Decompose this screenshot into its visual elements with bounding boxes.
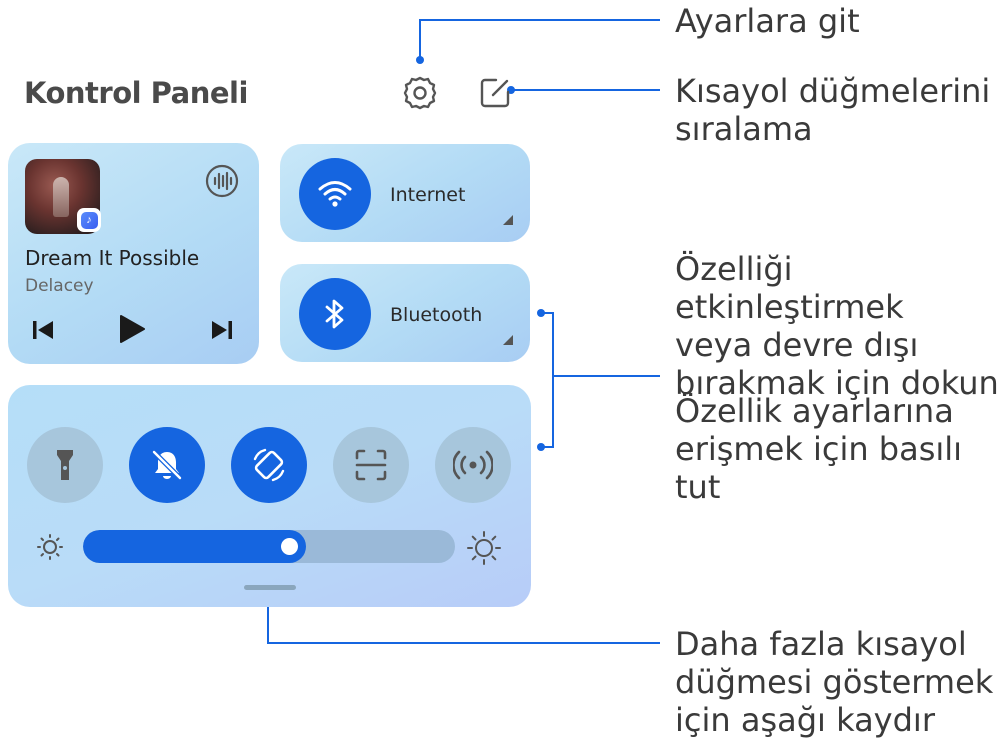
auto-rotate-icon[interactable] bbox=[231, 427, 307, 503]
brightness-high-icon bbox=[466, 530, 502, 571]
song-title: Dream It Possible bbox=[25, 246, 200, 270]
audio-output-icon[interactable] bbox=[204, 163, 240, 204]
annotation-tap: Özelliği etkinleştirmek veya devre dışı … bbox=[675, 250, 999, 402]
brightness-low-icon bbox=[36, 533, 64, 566]
bluetooth-icon[interactable] bbox=[299, 278, 371, 350]
annotation-hold: Özellik ayarlarına erişmek için basılı t… bbox=[675, 392, 963, 506]
wifi-icon[interactable] bbox=[299, 158, 371, 230]
expand-corner-icon[interactable] bbox=[503, 335, 513, 345]
artist-name: Delacey bbox=[25, 276, 94, 296]
music-note-icon: ♪ bbox=[77, 208, 101, 232]
page-title: Kontrol Paneli bbox=[24, 76, 248, 110]
flashlight-icon[interactable] bbox=[27, 427, 103, 503]
tile-label-bluetooth: Bluetooth bbox=[390, 304, 483, 326]
annotation-settings: Ayarlara git bbox=[675, 2, 860, 40]
internet-tile[interactable]: Internet bbox=[280, 144, 530, 242]
edit-icon[interactable] bbox=[476, 74, 514, 112]
annotation-swipe: Daha fazla kısayol düğmesi göstermek içi… bbox=[675, 625, 994, 739]
hotspot-icon[interactable] bbox=[435, 427, 511, 503]
annotation-sort: Kısayol düğmelerini sıralama bbox=[675, 72, 991, 148]
bluetooth-tile[interactable]: Bluetooth bbox=[280, 264, 530, 362]
play-icon[interactable] bbox=[117, 313, 147, 350]
brightness-slider-knob[interactable] bbox=[281, 538, 298, 555]
bell-off-icon[interactable] bbox=[129, 427, 205, 503]
music-card[interactable]: ♪ Dream It Possible Delacey bbox=[8, 143, 259, 364]
expand-corner-icon[interactable] bbox=[503, 215, 513, 225]
next-icon[interactable] bbox=[209, 317, 235, 348]
brightness-slider[interactable] bbox=[83, 530, 455, 563]
tile-label-internet: Internet bbox=[390, 184, 466, 206]
previous-icon[interactable] bbox=[30, 317, 56, 348]
brightness-slider-fill bbox=[83, 530, 306, 563]
quick-settings-card bbox=[8, 385, 531, 607]
gear-icon[interactable] bbox=[401, 74, 439, 112]
drag-handle[interactable] bbox=[244, 585, 296, 590]
scan-icon[interactable] bbox=[333, 427, 409, 503]
